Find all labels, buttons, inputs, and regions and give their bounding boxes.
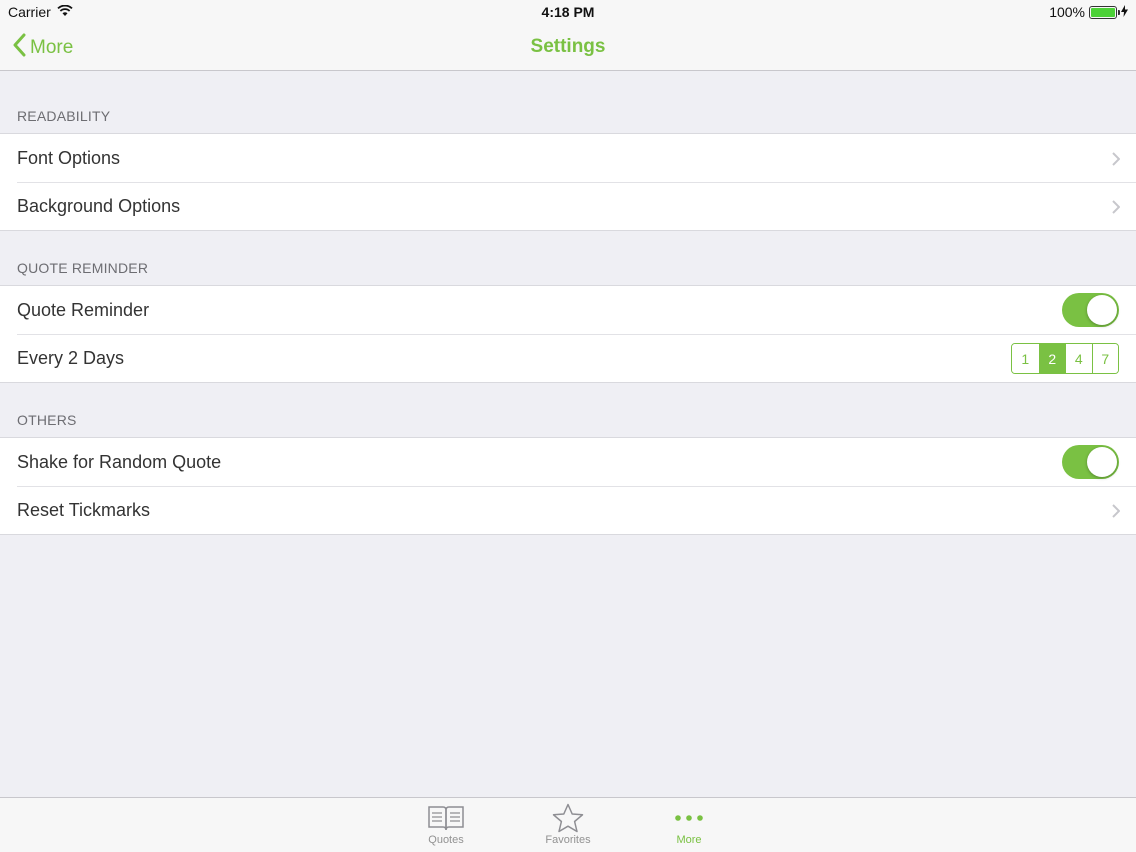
reset-tickmarks-label: Reset Tickmarks	[17, 499, 151, 520]
settings-list: READABILITY Font Options Background Opti…	[0, 72, 1136, 535]
reset-tickmarks-row[interactable]: Reset Tickmarks	[0, 486, 1136, 534]
status-right: 100%	[1049, 4, 1128, 20]
segment-7[interactable]: 7	[1091, 344, 1118, 373]
status-time: 4:18 PM	[541, 4, 595, 20]
tab-more-label: More	[676, 834, 702, 846]
tab-quotes[interactable]: Quotes	[406, 802, 486, 846]
shake-random-quote-row: Shake for Random Quote	[0, 438, 1136, 486]
section-header-readability: READABILITY	[17, 108, 111, 124]
quote-reminder-label: Quote Reminder	[17, 299, 150, 320]
segment-1[interactable]: 1	[1012, 344, 1039, 373]
others-group: Shake for Random Quote Reset Tickmarks	[0, 437, 1136, 535]
page-title: Settings	[530, 36, 606, 57]
background-options-label: Background Options	[17, 195, 181, 216]
background-options-row[interactable]: Background Options	[0, 182, 1136, 230]
readability-group: Font Options Background Options	[0, 133, 1136, 231]
segment-2[interactable]: 2	[1038, 344, 1065, 373]
navigation-bar: More Settings	[0, 24, 1136, 71]
reminder-frequency-label: Every 2 Days	[17, 347, 125, 368]
quote-reminder-row: Quote Reminder	[0, 286, 1136, 334]
battery-percent: 100%	[1049, 4, 1085, 20]
chevron-right-icon	[1112, 198, 1121, 219]
status-bar: Carrier 4:18 PM 100%	[0, 0, 1136, 24]
section-header-quote-reminder: QUOTE REMINDER	[17, 260, 149, 276]
charging-icon	[1121, 4, 1128, 20]
tab-favorites[interactable]: Favorites	[528, 802, 608, 846]
quote-reminder-toggle[interactable]	[1062, 293, 1119, 327]
segment-4[interactable]: 4	[1065, 344, 1092, 373]
tab-more[interactable]: More	[649, 802, 729, 846]
tab-quotes-label: Quotes	[428, 834, 464, 846]
chevron-right-icon	[1112, 150, 1121, 171]
star-icon	[528, 802, 608, 834]
settings-screen: Carrier 4:18 PM 100% More Settings READA…	[0, 0, 1136, 852]
font-options-label: Font Options	[17, 147, 121, 168]
toggle-knob	[1087, 447, 1117, 477]
more-dots-icon	[649, 802, 729, 834]
tab-bar: Quotes Favorites More	[0, 797, 1136, 852]
section-header-others: OTHERS	[17, 412, 77, 428]
book-icon	[406, 802, 486, 834]
battery-icon	[1089, 5, 1120, 19]
shake-random-quote-toggle[interactable]	[1062, 445, 1119, 479]
shake-random-quote-label: Shake for Random Quote	[17, 451, 222, 472]
toggle-knob	[1087, 295, 1117, 325]
quote-reminder-group: Quote Reminder Every 2 Days 1 2 4 7	[0, 285, 1136, 383]
tab-favorites-label: Favorites	[545, 834, 591, 846]
reminder-frequency-row: Every 2 Days 1 2 4 7	[0, 334, 1136, 382]
font-options-row[interactable]: Font Options	[0, 134, 1136, 182]
frequency-segmented-control: 1 2 4 7	[1011, 343, 1119, 374]
chevron-right-icon	[1112, 502, 1121, 523]
